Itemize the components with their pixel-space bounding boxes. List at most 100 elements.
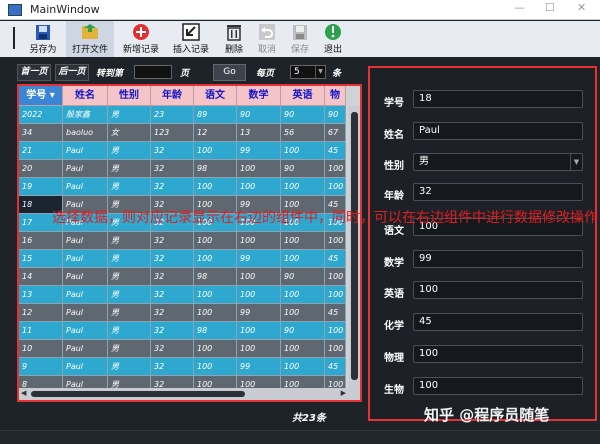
table-cell[interactable]: Paul — [63, 142, 108, 160]
table-cell[interactable]: 100 — [281, 286, 325, 304]
table-cell[interactable]: 男 — [108, 250, 151, 268]
table-cell[interactable]: 32 — [151, 160, 194, 178]
table-cell[interactable]: 100 — [237, 286, 281, 304]
table-cell[interactable]: 2022 — [19, 106, 63, 124]
table-cell[interactable]: 13 — [19, 286, 63, 304]
vertical-scrollbar[interactable] — [349, 106, 360, 388]
table-cell[interactable]: 90 — [325, 106, 346, 124]
table-cell[interactable]: 21 — [19, 142, 63, 160]
table-cell[interactable]: 123 — [151, 124, 194, 142]
table-cell[interactable]: Paul — [63, 340, 108, 358]
table-cell[interactable]: 15 — [19, 250, 63, 268]
close-icon[interactable]: ✕ — [577, 1, 586, 14]
per-page-spinbox[interactable]: 5 ▼ — [290, 65, 326, 79]
table-row[interactable]: 12 Paul 男 32 100 99 100 45 — [19, 304, 346, 322]
table-cell[interactable]: 32 — [151, 358, 194, 376]
table-cell[interactable]: 32 — [151, 232, 194, 250]
table-cell[interactable]: 12 — [194, 124, 237, 142]
table-cell[interactable]: 45 — [325, 358, 346, 376]
table-row[interactable]: 11 Paul 男 32 98 100 90 100 — [19, 322, 346, 340]
table-row[interactable]: 10 Paul 男 32 100 100 100 100 — [19, 340, 346, 358]
chevron-down-icon[interactable]: ▼ — [570, 154, 582, 170]
table-cell[interactable]: Paul — [63, 304, 108, 322]
biology-input[interactable]: 100 — [413, 377, 583, 395]
vertical-scroll-thumb[interactable] — [351, 112, 358, 380]
table-cell[interactable]: 99 — [237, 250, 281, 268]
table-cell[interactable]: 34 — [19, 124, 63, 142]
table-row[interactable]: 34 baoluo 女 123 12 13 56 67 — [19, 124, 346, 142]
table-cell[interactable]: Paul — [63, 358, 108, 376]
table-cell[interactable]: 90 — [281, 268, 325, 286]
minimize-icon[interactable]: — — [514, 1, 525, 14]
horizontal-scrollbar[interactable]: ◀ ▶ — [19, 388, 360, 400]
column-header[interactable]: 姓名 — [63, 86, 108, 106]
table-row[interactable]: 9 Paul 男 32 100 99 100 45 — [19, 358, 346, 376]
table-cell[interactable]: 90 — [281, 106, 325, 124]
table-cell[interactable]: 32 — [151, 178, 194, 196]
table-cell[interactable]: 女 — [108, 124, 151, 142]
exit-button[interactable]: 退出 — [319, 21, 347, 57]
table-cell[interactable]: 100 — [194, 178, 237, 196]
save-as-button[interactable]: 另存为 — [26, 21, 60, 57]
delete-button[interactable]: 删除 — [220, 21, 248, 57]
table-cell[interactable]: 100 — [237, 322, 281, 340]
column-header[interactable]: 语文 — [194, 86, 237, 106]
table-cell[interactable]: 男 — [108, 340, 151, 358]
table-cell[interactable]: 90 — [237, 106, 281, 124]
table-row[interactable]: 2022 殷家鑫男 23 89 90 90 90 — [19, 106, 346, 124]
table-row[interactable]: 16 Paul 男 32 100 100 100 100 — [19, 232, 346, 250]
table-row[interactable]: 15 Paul 男 32 100 99 100 45 — [19, 250, 346, 268]
table-cell[interactable]: 100 — [194, 142, 237, 160]
add-record-button[interactable]: 新增记录 — [120, 21, 162, 57]
table-row[interactable]: 20 Paul 男 32 98 100 90 100 — [19, 160, 346, 178]
table-cell[interactable]: 32 — [151, 322, 194, 340]
table-cell[interactable]: 10 — [19, 340, 63, 358]
table-cell[interactable]: 13 — [237, 124, 281, 142]
scroll-left-icon[interactable]: ◀ — [21, 389, 26, 397]
table-cell[interactable]: 100 — [281, 358, 325, 376]
table-cell[interactable]: Paul — [63, 178, 108, 196]
table-cell[interactable]: 100 — [237, 268, 281, 286]
maximize-icon[interactable]: ☐ — [545, 1, 555, 14]
table-cell[interactable]: 100 — [325, 322, 346, 340]
age-input[interactable]: 32 — [413, 183, 583, 201]
next-page-button[interactable]: 后一页 — [55, 64, 89, 81]
table-cell[interactable]: 100 — [325, 232, 346, 250]
table-cell[interactable]: 99 — [237, 142, 281, 160]
table-cell[interactable]: 100 — [325, 286, 346, 304]
table-cell[interactable]: 9 — [19, 358, 63, 376]
table-cell[interactable]: 男 — [108, 232, 151, 250]
table-cell[interactable]: 32 — [151, 142, 194, 160]
table-cell[interactable]: 男 — [108, 268, 151, 286]
column-header[interactable]: 性别 — [108, 86, 151, 106]
table-cell[interactable]: 男 — [108, 178, 151, 196]
table-cell[interactable]: 男 — [108, 142, 151, 160]
table-cell[interactable]: 99 — [237, 304, 281, 322]
page-number-input[interactable] — [134, 65, 172, 79]
table-cell[interactable]: 56 — [281, 124, 325, 142]
table-cell[interactable]: 100 — [281, 250, 325, 268]
table-cell[interactable]: 100 — [237, 160, 281, 178]
gender-select[interactable]: 男 ▼ — [413, 153, 583, 171]
table-cell[interactable]: 100 — [237, 178, 281, 196]
table-cell[interactable]: 16 — [19, 232, 63, 250]
table-cell[interactable]: 100 — [237, 340, 281, 358]
math-input[interactable]: 99 — [413, 250, 583, 268]
column-header[interactable]: 年龄 — [151, 86, 194, 106]
table-cell[interactable]: 100 — [194, 304, 237, 322]
table-cell[interactable]: 男 — [108, 322, 151, 340]
column-header[interactable]: 数学 — [237, 86, 281, 106]
table-cell[interactable]: 67 — [325, 124, 346, 142]
table-cell[interactable]: 45 — [325, 250, 346, 268]
table-cell[interactable]: 32 — [151, 304, 194, 322]
table-cell[interactable]: 12 — [19, 304, 63, 322]
table-cell[interactable]: 45 — [325, 142, 346, 160]
cancel-button[interactable]: 取消 — [253, 21, 281, 57]
table-cell[interactable]: 99 — [237, 358, 281, 376]
table-cell[interactable]: 89 — [194, 106, 237, 124]
insert-record-button[interactable]: 插入记录 — [170, 21, 212, 57]
horizontal-scroll-thumb[interactable] — [31, 391, 245, 397]
table-cell[interactable]: Paul — [63, 160, 108, 178]
go-button[interactable]: Go — [213, 64, 246, 81]
table-cell[interactable]: 男 — [108, 286, 151, 304]
